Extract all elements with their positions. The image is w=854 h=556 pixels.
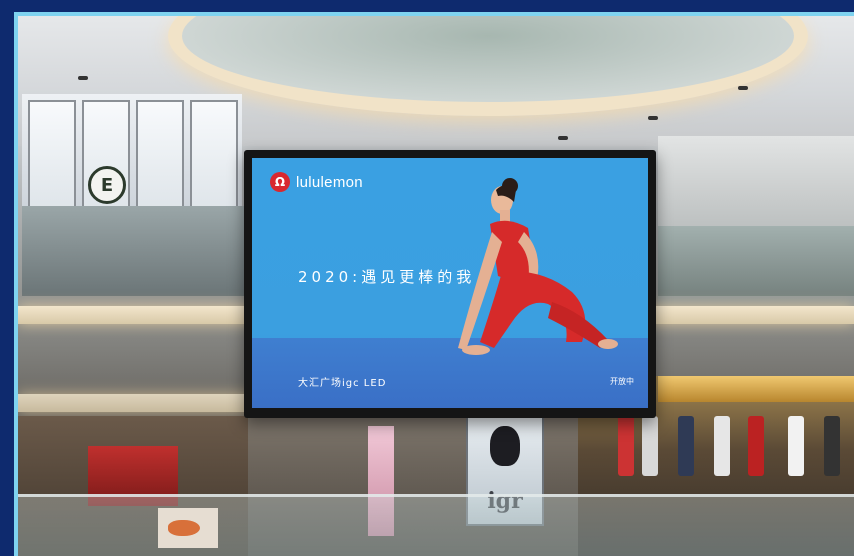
- left-glass-balustrade: [22, 206, 252, 296]
- clothing-rack: [714, 416, 730, 476]
- ceiling-light: [78, 76, 88, 80]
- clothing-rack: [788, 416, 804, 476]
- led-billboard: Ω lululemon 2020:遇见更棒的我 大汇广场igc LED 开放中: [244, 150, 656, 418]
- lululemon-logo-icon: Ω: [270, 172, 290, 192]
- brand-name: lululemon: [296, 173, 363, 191]
- model-foot: [598, 339, 618, 349]
- ceiling-light: [738, 86, 748, 90]
- upper-left-storefront: [22, 94, 242, 224]
- ceiling-light: [558, 136, 568, 140]
- gold-shop-sign: [658, 376, 854, 402]
- poster-figure: [490, 426, 520, 466]
- shop-window: [190, 100, 238, 210]
- clothing-rack: [748, 416, 764, 476]
- ceiling-light: [648, 116, 658, 120]
- clothing-rack: [678, 416, 694, 476]
- brand-lockup: Ω lululemon: [270, 172, 363, 192]
- store-badge: E: [88, 166, 126, 204]
- right-glass-balustrade: [658, 226, 854, 296]
- billboard-ad: Ω lululemon 2020:遇见更棒的我 大汇广场igc LED 开放中: [252, 158, 648, 408]
- clothing-rack: [824, 416, 840, 476]
- model-foot: [462, 345, 490, 355]
- fish-illustration: [168, 520, 200, 536]
- shop-window: [28, 100, 76, 210]
- kids-store-panel: [158, 508, 218, 548]
- ad-footer-venue: 大汇广场igc LED: [298, 378, 387, 389]
- ad-footer-note: 开放中: [610, 377, 634, 386]
- ad-slogan: 2020:遇见更棒的我: [298, 268, 476, 286]
- ceiling-skylight-ring: [168, 16, 808, 116]
- shop-window: [136, 100, 184, 210]
- mall-atrium-photo: E igr Ω lululemon: [14, 12, 854, 556]
- clothing-rack: [618, 416, 634, 476]
- clothing-rack: [642, 416, 658, 476]
- foreground-glass-rail: [18, 494, 854, 556]
